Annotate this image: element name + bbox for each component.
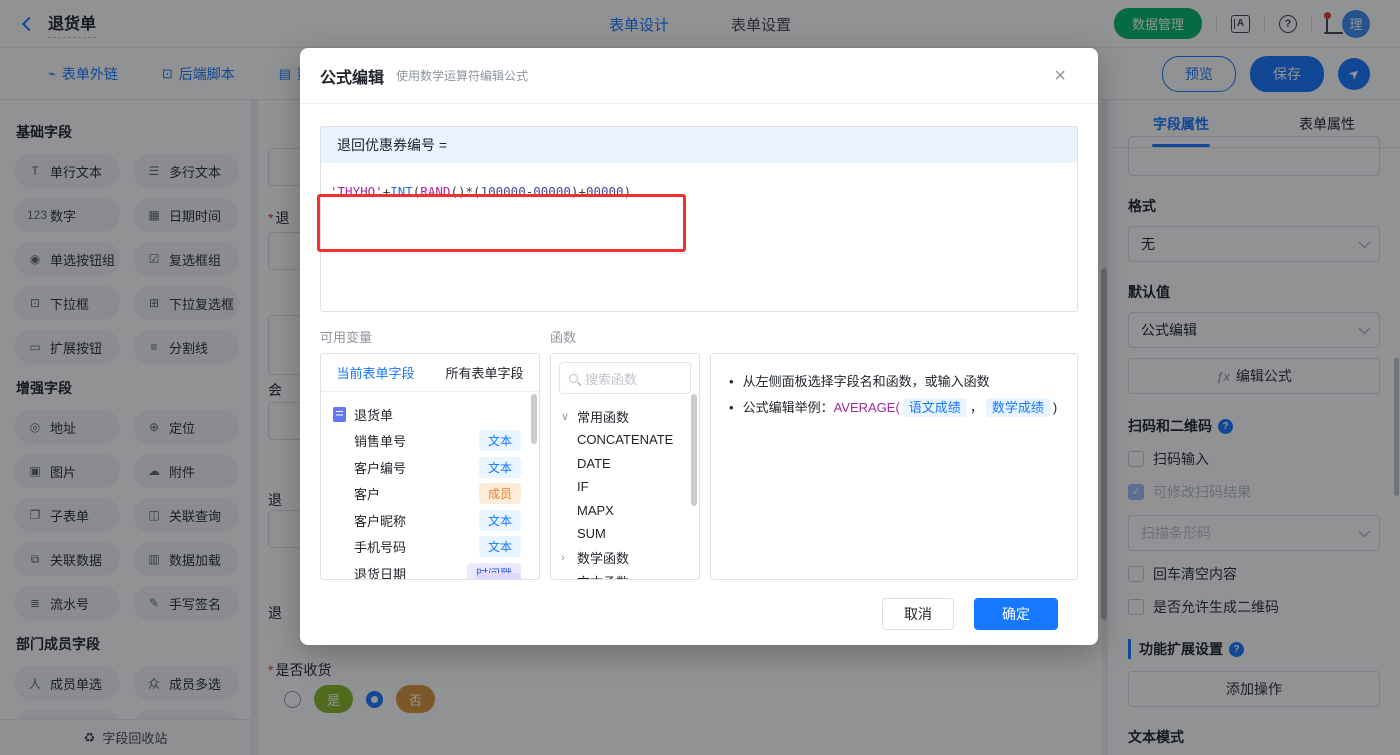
cancel-button[interactable]: 取消 (882, 598, 954, 630)
function-group[interactable]: ∨ 常用函数 (561, 404, 689, 428)
formula-token: 00000 (533, 184, 571, 199)
help-text: 公式编辑举例：AVERAGE(语文成绩，数学成绩) (742, 398, 1058, 417)
variable-type-badge: 文本 (478, 456, 521, 478)
formula-token: + (578, 184, 586, 199)
chevron-collapsed-icon: › (561, 551, 565, 564)
formula-target-label: 退回优惠券编号 = (337, 137, 448, 153)
variable-name: 客户昵称 (354, 513, 407, 529)
field-chip: 语文成绩 (902, 398, 967, 417)
bullet-dot: • (729, 374, 734, 389)
function-group[interactable]: › 数学函数 (561, 546, 689, 570)
variable-row[interactable]: 客户编号 文本 (333, 454, 529, 481)
form-name: 退货单 (354, 407, 394, 423)
function-item[interactable]: MAPX (561, 499, 689, 523)
function-item[interactable]: CONCATENATE (561, 428, 689, 452)
formula-token: () (450, 184, 466, 199)
variable-type-badge: 成员 (478, 483, 521, 505)
variable-row[interactable]: 销售单号 文本 (333, 428, 529, 455)
variables-label: 可用变量 (320, 330, 373, 345)
variable-row[interactable]: 客户 成员 (333, 481, 529, 508)
search-icon (569, 373, 578, 383)
confirm-button[interactable]: 确定 (974, 598, 1058, 630)
formula-edit-dialog: 公式编辑 使用数学运算符编辑公式 × 退回优惠券编号 = 'THYHQ' + INT… (300, 48, 1098, 645)
tab-current-form-fields[interactable]: 当前表单字段 (336, 363, 414, 382)
help-tip: • 从左侧面板选择字段名和函数，或输入函数 (729, 369, 1059, 395)
functions-label: 函数 (550, 330, 577, 345)
variables-tabs: 当前表单字段 所有表单字段 (321, 354, 539, 392)
variables-panel: 当前表单字段 所有表单字段 退货单 销售单号 文本 客户编号 文本 客户 成员 客户昵称 文本手… (320, 353, 540, 580)
function-group-name: 常用函数 (577, 409, 630, 425)
chevron-expanded-icon: ∨ (561, 410, 570, 423)
formula-token: ) (623, 184, 632, 199)
help-tip-example: • 公式编辑举例：AVERAGE(语文成绩，数学成绩) (729, 395, 1059, 421)
clipped-badge (477, 573, 521, 579)
variable-name: 客户 (354, 487, 381, 503)
formula-token: ( (473, 184, 481, 199)
functions-panel: 搜索函数 ∨常用函数CONCATENATEDATEIFMAPXSUM›数学函数›… (550, 353, 700, 580)
dialog-subtitle: 使用数学运算符编辑公式 (396, 69, 529, 83)
search-placeholder: 搜索函数 (585, 371, 638, 387)
bullet-dot: • (729, 400, 734, 415)
formula-target-bar: 退回优惠券编号 = (321, 127, 1077, 163)
variable-type-badge: 文本 (478, 509, 521, 531)
variable-type-badge: 文本 (478, 536, 521, 558)
formula-token: * (465, 184, 474, 199)
variable-name: 客户编号 (354, 460, 407, 476)
chevron-collapsed-icon: › (561, 576, 571, 580)
scrollbar-thumb[interactable] (531, 394, 537, 444)
form-file-icon (333, 406, 346, 422)
example-function: AVERAGE( (833, 400, 900, 415)
variable-type-badge: 文本 (478, 430, 521, 452)
help-text: 从左侧面板选择字段名和函数，或输入函数 (742, 374, 990, 389)
scrollbar-thumb[interactable] (691, 394, 697, 506)
field-chip: 数学成绩 (985, 398, 1050, 417)
formula-help-panel: • 从左侧面板选择字段名和函数，或输入函数 • 公式编辑举例：AVERAGE(语文… (710, 353, 1078, 580)
variable-form-row[interactable]: 退货单 (333, 401, 529, 428)
formula-code-line[interactable]: 'THYHQ'+INT(RAND()*(100000-00000)+00000) (321, 163, 1077, 199)
variable-row[interactable]: 手机号码 文本 (333, 534, 529, 561)
dialog-title: 公式编辑 (320, 69, 385, 87)
function-item[interactable]: DATE (561, 452, 689, 476)
variable-name: 手机号码 (354, 540, 407, 556)
function-group-name: 文本函数 (577, 572, 629, 579)
formula-token: 100000 (480, 184, 526, 199)
formula-token: 'THYHQ' (330, 184, 383, 199)
dialog-header: 公式编辑 使用数学运算符编辑公式 × (300, 48, 1098, 104)
formula-token: RAND (420, 184, 451, 199)
formula-token: INT (390, 184, 413, 199)
formula-token: 00000 (585, 184, 624, 199)
function-item[interactable]: SUM (561, 522, 689, 546)
function-group-name: 数学函数 (577, 551, 630, 566)
variable-name: 退货日期 (354, 566, 407, 580)
search-function-input[interactable]: 搜索函数 (559, 362, 691, 394)
variable-name: 销售单号 (354, 434, 407, 450)
close-icon[interactable]: × (1054, 66, 1078, 86)
formula-editor[interactable]: 退回优惠券编号 = 'THYHQ'+INT(RAND()*(100000-000… (320, 126, 1078, 312)
tab-all-form-fields[interactable]: 所有表单字段 (445, 363, 523, 382)
variable-row[interactable]: 客户昵称 文本 (333, 507, 529, 534)
function-group[interactable]: › 文本函数 (561, 570, 689, 580)
function-item[interactable]: IF (561, 475, 689, 499)
